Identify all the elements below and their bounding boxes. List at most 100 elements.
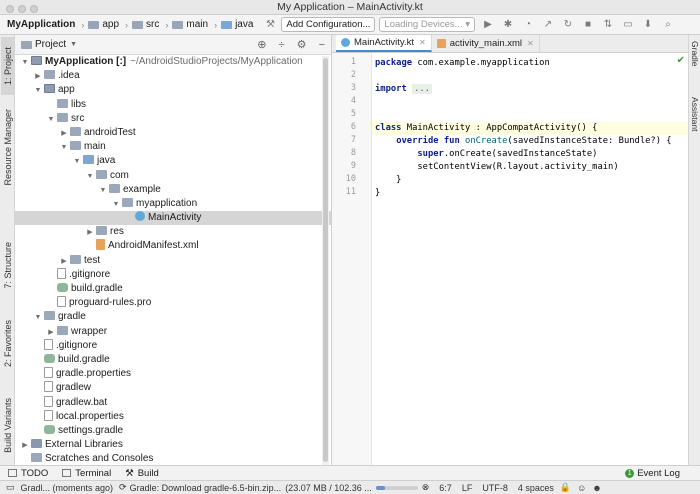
- hector-icon[interactable]: ☻: [592, 483, 601, 493]
- device-selector[interactable]: Loading Devices... ▾: [379, 17, 475, 32]
- breadcrumb-project[interactable]: MyApplication: [7, 19, 75, 30]
- tree-item[interactable]: settings.gradle: [15, 424, 331, 438]
- line-separator[interactable]: LF: [462, 483, 473, 493]
- hammer-icon[interactable]: ⚒: [263, 19, 277, 31]
- tree-item[interactable]: build.gradle: [15, 282, 331, 296]
- chevron-right-icon[interactable]: ▶: [58, 127, 70, 141]
- tab-resource-manager[interactable]: Resource Manager: [1, 103, 14, 191]
- chevron-down-icon[interactable]: ▼: [32, 84, 44, 98]
- chevron-right-icon[interactable]: ▶: [19, 439, 31, 453]
- chevron-right-icon[interactable]: ▶: [58, 255, 70, 269]
- tab-project[interactable]: 1: Project: [1, 37, 14, 95]
- breadcrumb-src[interactable]: src: [132, 19, 159, 30]
- chevron-down-icon[interactable]: ▼: [70, 41, 77, 48]
- tab-structure[interactable]: 7: Structure: [1, 230, 14, 300]
- tab-favorites[interactable]: 2: Favorites: [1, 310, 14, 378]
- avd-manager-icon[interactable]: ▭: [621, 19, 635, 31]
- tree-item[interactable]: gradlew.bat: [15, 395, 331, 410]
- file-encoding[interactable]: UTF-8: [482, 483, 508, 493]
- indent-setting[interactable]: 4 spaces: [518, 483, 554, 493]
- tree-item[interactable]: ▶ wrapper: [15, 325, 331, 339]
- tree-item[interactable]: AndroidManifest.xml: [15, 239, 331, 253]
- tree-item[interactable]: ▼ myapplication: [15, 197, 331, 211]
- chevron-down-icon[interactable]: ▼: [19, 56, 31, 70]
- chevron-right-icon[interactable]: ▶: [32, 70, 44, 84]
- code-token[interactable]: ...: [412, 84, 432, 94]
- tab-gradle[interactable]: Gradle: [689, 41, 700, 81]
- project-scrollbar[interactable]: [322, 56, 329, 466]
- tree-item[interactable]: ▼ src: [15, 112, 331, 126]
- cancel-task-icon[interactable]: ⊗: [422, 482, 430, 493]
- tree-item[interactable]: .gitignore: [15, 267, 331, 282]
- chevron-right-icon[interactable]: ▶: [45, 326, 57, 340]
- run-icon[interactable]: ▶: [481, 19, 495, 31]
- chevron-down-icon[interactable]: ▼: [110, 198, 122, 212]
- lock-icon[interactable]: 🔒: [560, 482, 571, 493]
- background-task[interactable]: Gradle: Download gradle-6.5-bin.zip...: [130, 483, 282, 493]
- tree-item[interactable]: ▼ java: [15, 154, 331, 168]
- spinner-icon: ⟳: [119, 482, 127, 492]
- tree-item[interactable]: libs: [15, 98, 331, 112]
- tree-item[interactable]: ▼ example: [15, 183, 331, 197]
- chevron-right-icon[interactable]: ▶: [84, 226, 96, 240]
- chevron-down-icon[interactable]: ▼: [58, 141, 70, 155]
- tab-event-log[interactable]: 1 Event Log: [625, 468, 680, 479]
- close-window-button[interactable]: [6, 5, 14, 13]
- tree-item[interactable]: gradle.properties: [15, 367, 331, 381]
- sync-icon[interactable]: ⇅: [601, 19, 615, 31]
- chevron-down-icon[interactable]: ▼: [45, 113, 57, 127]
- search-icon[interactable]: ⌕: [661, 19, 675, 31]
- tree-item[interactable]: proguard-rules.pro: [15, 296, 331, 310]
- tree-item[interactable]: ▼ gradle: [15, 310, 331, 324]
- zoom-window-button[interactable]: [30, 5, 38, 13]
- inspection-ok-icon[interactable]: ✔: [677, 55, 685, 66]
- close-icon[interactable]: ✕: [527, 39, 534, 48]
- tab-terminal[interactable]: Terminal: [62, 468, 111, 479]
- debug-icon[interactable]: ✱: [501, 19, 515, 31]
- tab-build-variants[interactable]: Build Variants: [1, 385, 14, 465]
- tree-item[interactable]: MainActivity: [15, 211, 331, 226]
- tree-item[interactable]: ▶ androidTest: [15, 126, 331, 140]
- gear-icon[interactable]: ⚙: [297, 39, 307, 51]
- tab-todo[interactable]: TODO: [8, 468, 48, 479]
- tree-item[interactable]: build.gradle: [15, 353, 331, 367]
- caret-position[interactable]: 6:7: [439, 483, 452, 493]
- apply-changes-icon[interactable]: ↻: [561, 19, 575, 31]
- tab-build[interactable]: ⚒ Build: [125, 468, 159, 479]
- tree-item[interactable]: local.properties: [15, 409, 331, 424]
- chevron-down-icon[interactable]: ▼: [97, 184, 109, 198]
- minimize-window-button[interactable]: [18, 5, 26, 13]
- tree-item[interactable]: ▼ MyApplication [:] ~/AndroidStudioProject…: [15, 55, 331, 69]
- attach-icon[interactable]: ↗: [541, 19, 555, 31]
- editor-tab[interactable]: activity_main.xml ✕: [432, 35, 540, 52]
- sdk-manager-icon[interactable]: ⬇: [641, 19, 655, 31]
- code-area[interactable]: package com.example.myapplication import …: [372, 53, 688, 465]
- status-message[interactable]: Gradl... (moments ago): [21, 483, 114, 493]
- locate-icon[interactable]: ⊕: [257, 39, 266, 51]
- tree-item[interactable]: ▶ .idea: [15, 69, 331, 83]
- project-view-selector[interactable]: Project: [35, 39, 66, 50]
- tree-item[interactable]: ▶ External Libraries: [15, 438, 331, 452]
- breadcrumb-main[interactable]: main: [172, 19, 208, 30]
- tree-item[interactable]: ▼ com: [15, 169, 331, 183]
- chevron-down-icon[interactable]: ▼: [71, 155, 83, 169]
- feedback-icon[interactable]: ☺: [577, 483, 586, 493]
- breadcrumb-app[interactable]: app: [88, 19, 119, 30]
- close-icon[interactable]: ✕: [419, 38, 426, 47]
- tree-item[interactable]: .gitignore: [15, 338, 331, 353]
- editor-tab[interactable]: MainActivity.kt ✕: [336, 35, 432, 52]
- breadcrumb-java[interactable]: java: [221, 19, 253, 30]
- chevron-down-icon[interactable]: ▼: [84, 170, 96, 184]
- tree-item[interactable]: gradlew: [15, 381, 331, 395]
- stop-icon[interactable]: ■: [581, 19, 595, 31]
- collapse-all-icon[interactable]: ÷: [279, 39, 285, 51]
- tree-item[interactable]: ▶ res: [15, 225, 331, 239]
- profile-icon[interactable]: ◔: [521, 19, 535, 31]
- tree-item[interactable]: ▼ app: [15, 83, 331, 97]
- add-configuration-button[interactable]: Add Configuration...: [281, 17, 376, 32]
- chevron-down-icon[interactable]: ▼: [32, 311, 44, 325]
- tree-item[interactable]: ▶ test: [15, 254, 331, 268]
- hide-icon[interactable]: −: [319, 39, 325, 51]
- tree-item[interactable]: ▼ main: [15, 140, 331, 154]
- tab-assistant[interactable]: Assistant: [689, 97, 700, 157]
